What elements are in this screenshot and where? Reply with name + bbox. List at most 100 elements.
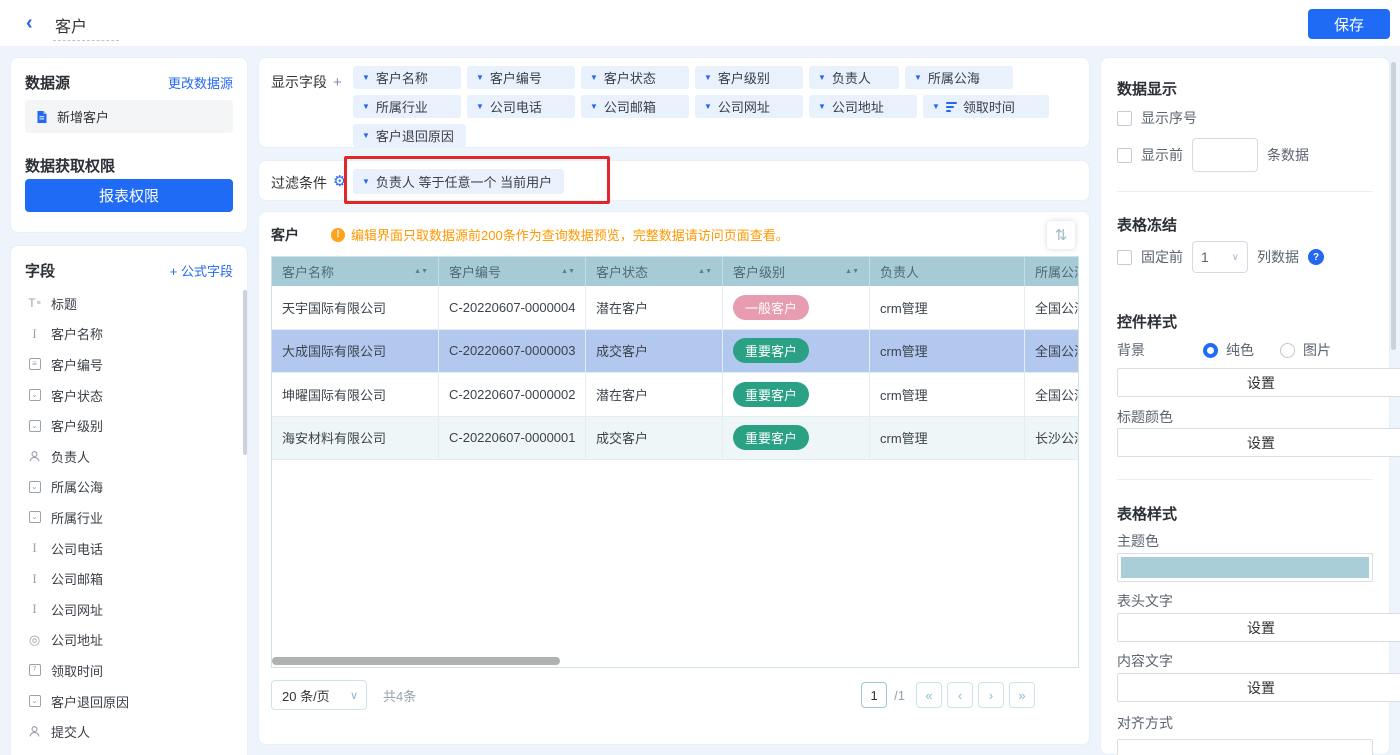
- chevron-down-icon[interactable]: ▼: [362, 131, 370, 140]
- chevron-down-icon[interactable]: ▼: [590, 102, 598, 111]
- table-row[interactable]: 海安材料有限公司 C-20220607-0000001 成交客户 重要客户 cr…: [272, 417, 1079, 461]
- freeze-columns-checkbox[interactable]: [1117, 250, 1132, 265]
- table-row[interactable]: 天宇国际有限公司 C-20220607-0000004 潜在客户 一般客户 cr…: [272, 286, 1079, 330]
- table-style-title: 表格样式: [1117, 503, 1373, 524]
- page-scrollbar[interactable]: [1391, 62, 1396, 350]
- chevron-down-icon[interactable]: ▼: [476, 73, 484, 82]
- field-item-return-reason[interactable]: ⌄客户退回原因: [11, 686, 247, 717]
- field-item-industry[interactable]: ⌄所属行业: [11, 502, 247, 533]
- table-row[interactable]: 坤曜国际有限公司 C-20220607-0000002 潜在客户 重要客户 cr…: [272, 373, 1079, 417]
- chip-customer-name[interactable]: ▼客户名称: [353, 66, 461, 89]
- report-permission-button[interactable]: 报表权限: [25, 179, 233, 212]
- prev-page-button[interactable]: ‹: [947, 682, 973, 708]
- gear-icon[interactable]: ⚙: [333, 172, 346, 190]
- chevron-down-icon[interactable]: ▼: [818, 102, 826, 111]
- field-item-customer-name[interactable]: I客户名称: [11, 319, 247, 350]
- theme-color-picker[interactable]: [1117, 553, 1373, 582]
- chevron-down-icon[interactable]: ▼: [932, 102, 940, 111]
- show-index-row: 显示序号: [1117, 108, 1373, 128]
- field-item-phone[interactable]: I公司电话: [11, 533, 247, 564]
- chip-phone[interactable]: ▼公司电话: [467, 95, 575, 118]
- current-page-box[interactable]: 1: [861, 682, 887, 708]
- column-header-owner[interactable]: 负责人: [870, 257, 1025, 286]
- bg-solid-radio[interactable]: [1203, 343, 1218, 358]
- table-row-selected[interactable]: 大成国际有限公司 C-20220607-0000003 成交客户 重要客户 cr…: [272, 330, 1079, 374]
- datasource-item[interactable]: 新增客户: [25, 100, 233, 133]
- freeze-count-select[interactable]: 1 ∨: [1192, 241, 1248, 273]
- column-header-pool[interactable]: 所属公海: [1025, 257, 1079, 286]
- document-icon: [35, 110, 49, 124]
- column-header-customer-status[interactable]: 客户状态▲▼: [586, 257, 723, 286]
- bg-image-radio[interactable]: [1280, 343, 1295, 358]
- header-text-set-button[interactable]: 设置: [1117, 613, 1400, 642]
- chevron-down-icon[interactable]: ▼: [704, 102, 712, 111]
- filter-condition-chip[interactable]: ▼负责人 等于任意一个 当前用户: [353, 169, 564, 194]
- chip-return-reason[interactable]: ▼客户退回原因: [353, 124, 466, 147]
- background-set-button[interactable]: 设置: [1117, 368, 1400, 397]
- chip-customer-code[interactable]: ▼ 客户编号: [467, 66, 575, 89]
- chevron-down-icon[interactable]: ▼: [362, 177, 370, 186]
- chevron-down-icon[interactable]: ▼: [704, 73, 712, 82]
- cell-customer-name: 大成国际有限公司: [272, 330, 439, 373]
- field-item-website[interactable]: I公司网址: [11, 594, 247, 625]
- sort-arrows-icon[interactable]: ▲▼: [845, 269, 859, 275]
- chip-customer-level[interactable]: ▼客户级别: [695, 66, 803, 89]
- save-button[interactable]: 保存: [1308, 9, 1390, 39]
- back-icon[interactable]: ‹: [26, 12, 33, 34]
- cell-customer-level: 一般客户: [723, 286, 870, 329]
- field-item-customer-level[interactable]: ⌄客户级别: [11, 410, 247, 441]
- divider: [1117, 191, 1373, 192]
- next-page-button[interactable]: ›: [978, 682, 1004, 708]
- chip-address[interactable]: ▼公司地址: [809, 95, 917, 118]
- field-item-owner[interactable]: 负责人: [11, 441, 247, 472]
- field-item-customer-status[interactable]: ⌄客户状态: [11, 380, 247, 411]
- field-item-pool[interactable]: ⌄所属公海: [11, 472, 247, 503]
- chevron-down-icon[interactable]: ▼: [590, 73, 598, 82]
- settings-panel: 数据显示 显示序号 显示前 条数据 表格冻结 固定前 1 ∨ 列数据 ? 控件样…: [1100, 57, 1390, 755]
- chevron-down-icon[interactable]: ▼: [914, 73, 922, 82]
- table-sort-tool-button[interactable]: ⇅: [1047, 221, 1075, 249]
- page-size-select[interactable]: 20 条/页 ∨: [271, 680, 367, 710]
- chip-claim-time[interactable]: ▼领取时间: [923, 95, 1049, 118]
- chip-label: 客户编号: [490, 68, 542, 87]
- field-item-title[interactable]: T≡标题: [11, 288, 247, 319]
- chevron-down-icon[interactable]: ▼: [362, 73, 370, 82]
- divider: [1117, 479, 1373, 480]
- last-page-button[interactable]: »: [1009, 682, 1035, 708]
- chip-email[interactable]: ▼公司邮箱: [581, 95, 689, 118]
- page-title[interactable]: 客户: [55, 13, 87, 37]
- show-index-checkbox[interactable]: [1117, 111, 1132, 126]
- chip-website[interactable]: ▼公司网址: [695, 95, 803, 118]
- field-item-address[interactable]: ◎公司地址: [11, 625, 247, 656]
- content-text-set-button[interactable]: 设置: [1117, 673, 1400, 702]
- align-control[interactable]: [1117, 739, 1373, 755]
- chevron-down-icon[interactable]: ▼: [818, 73, 826, 82]
- chevron-down-icon[interactable]: ▼: [476, 102, 484, 111]
- sort-arrows-icon[interactable]: ▲▼: [414, 269, 428, 275]
- show-first-checkbox[interactable]: [1117, 148, 1132, 163]
- show-first-count-input[interactable]: [1192, 138, 1258, 172]
- fields-scrollbar[interactable]: [243, 290, 247, 455]
- add-display-field-button[interactable]: +: [333, 74, 342, 91]
- column-header-customer-level[interactable]: 客户级别▲▼: [723, 257, 870, 286]
- add-formula-field-link[interactable]: + 公式字段: [170, 261, 233, 280]
- title-color-set-button[interactable]: 设置: [1117, 428, 1400, 457]
- sort-arrows-icon[interactable]: ▲▼: [561, 269, 575, 275]
- top-bar: ‹ 客户 保存: [0, 0, 1400, 47]
- change-datasource-link[interactable]: 更改数据源: [168, 73, 233, 92]
- chip-industry[interactable]: ▼所属行业: [353, 95, 461, 118]
- help-icon[interactable]: ?: [1308, 249, 1324, 265]
- field-item-claim-time[interactable]: 7领取时间: [11, 655, 247, 686]
- chevron-down-icon[interactable]: ▼: [362, 102, 370, 111]
- sort-arrows-icon[interactable]: ▲▼: [698, 269, 712, 275]
- field-item-customer-code[interactable]: ≡客户编号: [11, 349, 247, 380]
- chip-customer-status[interactable]: ▼客户状态: [581, 66, 689, 89]
- column-header-customer-name[interactable]: 客户名称▲▼: [272, 257, 439, 286]
- column-header-customer-code[interactable]: 客户编号▲▼: [439, 257, 586, 286]
- first-page-button[interactable]: «: [916, 682, 942, 708]
- field-item-email[interactable]: I公司邮箱: [11, 563, 247, 594]
- horizontal-scrollbar[interactable]: [272, 657, 560, 665]
- chip-owner[interactable]: ▼负责人: [809, 66, 899, 89]
- chip-pool[interactable]: ▼所属公海: [905, 66, 1013, 89]
- field-item-submitter[interactable]: 提交人: [11, 716, 247, 747]
